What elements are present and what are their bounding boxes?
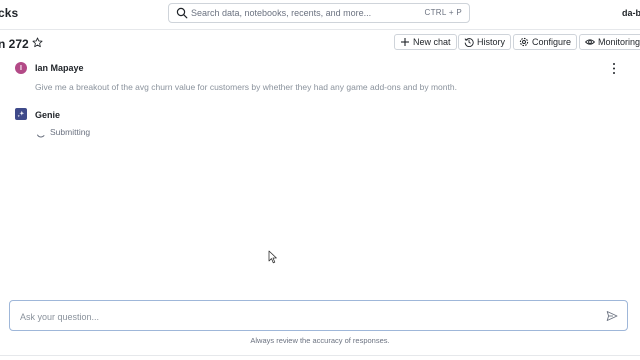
search-placeholder: Search data, notebooks, recents, and mor… <box>191 8 372 18</box>
genie-status: Submitting <box>50 127 91 137</box>
more-options-icon[interactable] <box>611 62 617 75</box>
user-avatar-initial: I <box>20 64 22 72</box>
question-input[interactable] <box>18 308 602 326</box>
workspace-user-tag[interactable]: da-b <box>622 8 640 18</box>
configure-label: Configure <box>532 37 572 47</box>
divider <box>0 355 640 356</box>
plus-icon <box>401 38 409 46</box>
loading-spinner-icon <box>37 134 45 138</box>
user-message: Give me a breakout of the avg churn valu… <box>35 82 457 92</box>
new-chat-label: New chat <box>413 37 451 47</box>
eye-icon <box>585 39 595 45</box>
history-button[interactable]: History <box>458 34 512 50</box>
user-avatar: I <box>15 62 27 74</box>
configure-button[interactable]: Configure <box>513 34 578 50</box>
top-bar: cks Search data, notebooks, recents, and… <box>0 0 640 30</box>
genie-avatar <box>15 108 27 120</box>
search-icon <box>176 7 188 19</box>
question-composer <box>9 300 628 331</box>
history-label: History <box>477 37 506 47</box>
brand-logo-text[interactable]: cks <box>0 6 18 20</box>
mouse-cursor-icon <box>268 250 277 264</box>
user-name: Ian Mapaye <box>35 63 84 73</box>
star-icon[interactable] <box>32 37 43 48</box>
global-search[interactable]: Search data, notebooks, recents, and mor… <box>168 3 470 23</box>
gear-icon <box>519 37 529 47</box>
genie-name: Genie <box>35 110 61 120</box>
sparkle-icon <box>17 110 25 118</box>
send-icon[interactable] <box>606 310 618 322</box>
monitoring-label: Monitoring <box>598 37 640 47</box>
new-chat-button[interactable]: New chat <box>394 34 457 50</box>
history-icon <box>464 38 474 47</box>
accuracy-disclaimer: Always review the accuracy of responses. <box>250 336 390 345</box>
monitoring-button[interactable]: Monitoring <box>579 34 640 50</box>
search-shortcut: CTRL + P <box>424 8 462 17</box>
page-title: n 272 <box>0 37 29 51</box>
